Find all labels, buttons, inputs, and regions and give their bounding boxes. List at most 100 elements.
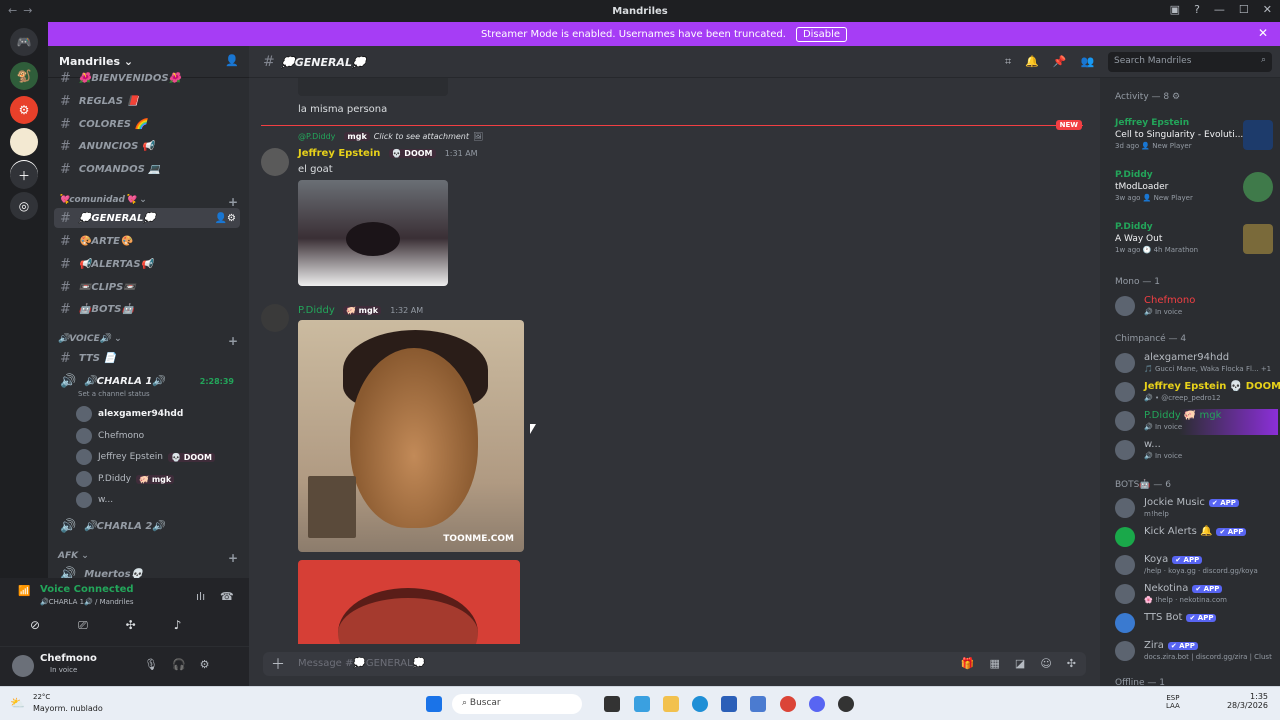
channel-settings-icon[interactable]: 👤⚙	[215, 213, 236, 224]
store-icon[interactable]	[721, 696, 737, 712]
voice-user[interactable]: Chefmono	[76, 428, 144, 444]
voice-channel-path[interactable]: 🔊CHARLA 1🔊 / Mandriles	[40, 598, 134, 606]
voice-user[interactable]: alexgamer94hdd	[76, 406, 183, 422]
minimize-button[interactable]: —	[1214, 3, 1225, 16]
clock[interactable]: 1:35 28/3/2026	[1212, 692, 1268, 710]
members-icon[interactable]: 👥	[1081, 55, 1095, 69]
activity-header[interactable]: Activity — 8 ⚙	[1115, 92, 1180, 102]
soundboard-icon[interactable]: ♪	[174, 618, 182, 633]
member-item[interactable]: P.Diddy 🐖 mgk 🔊 In voice	[1113, 409, 1278, 435]
sticker-icon[interactable]: ◪	[1015, 657, 1025, 670]
message-input[interactable]: Message #💭GENERAL💭	[298, 658, 425, 669]
avatar[interactable]	[261, 304, 289, 332]
voice-user[interactable]: P.Diddy 🐖 mgk	[76, 471, 175, 487]
image-attachment[interactable]: TOONME.COM	[298, 320, 524, 552]
message-composer[interactable]: ＋ Message #💭GENERAL💭 🎁 ▦ ◪ ☺ ✣	[263, 652, 1086, 676]
camera-off-icon[interactable]: ⊘	[30, 618, 40, 633]
add-channel-icon[interactable]: +	[228, 195, 238, 209]
voice-user[interactable]: w...	[76, 492, 113, 508]
close-window-button[interactable]: ✕	[1263, 3, 1272, 16]
voice-channel-charla-1[interactable]: 🔊 🔊CHARLA 1🔊 2:28:39	[54, 371, 240, 391]
channel-bienvenidos[interactable]: # 🌺BIENVENIDOS🌺	[54, 70, 240, 86]
app-icon[interactable]	[838, 696, 854, 712]
image-attachment[interactable]	[298, 560, 520, 644]
add-server-icon[interactable]: ＋	[10, 161, 38, 189]
gift-icon[interactable]: 🎁	[961, 657, 975, 670]
deafen-icon[interactable]: 🎧	[172, 658, 186, 671]
voice-channel-charla-2[interactable]: 🔊 🔊CHARLA 2🔊	[54, 516, 240, 536]
avatar[interactable]	[261, 148, 289, 176]
weather-icon[interactable]: ⛅	[10, 696, 25, 710]
member-item[interactable]: Nekotina ✔ APP 🌸 !help · nekotina.com	[1113, 582, 1278, 608]
language[interactable]: ESP LAA	[1166, 694, 1180, 710]
server-icon-mandriles[interactable]: 🐒	[10, 62, 38, 90]
help-icon[interactable]: ?	[1194, 3, 1200, 16]
member-item[interactable]: Koya ✔ APP/help · koya.gg · discord.gg/ko…	[1113, 553, 1278, 579]
inbox-icon[interactable]: ▣	[1170, 3, 1180, 16]
member-item[interactable]: TTS Bot ✔ APP	[1113, 611, 1278, 637]
bell-icon[interactable]: 🔔	[1025, 55, 1039, 69]
activity-card[interactable]: P.Diddy A Way Out 1w ago 🕐 4h Marathon	[1115, 222, 1275, 270]
channel-comandos[interactable]: # COMANDOS 💻	[54, 159, 240, 179]
disconnect-icon[interactable]: ☎	[220, 590, 234, 603]
channel-reglas[interactable]: # REGLAS 📕	[54, 91, 240, 111]
voice-user[interactable]: Jeffrey Epstein 💀 DOOM	[76, 449, 215, 465]
server-icon-cream[interactable]	[10, 128, 38, 156]
discord-taskbar-icon[interactable]	[809, 696, 825, 712]
screen-share-icon[interactable]: ⎚	[78, 618, 88, 633]
chrome-icon[interactable]	[780, 696, 796, 712]
discord-home-icon[interactable]: 🎮	[10, 28, 38, 56]
file-explorer-icon[interactable]	[663, 696, 679, 712]
start-icon[interactable]	[426, 696, 442, 712]
member-item[interactable]: Chefmono 🔊 In voice	[1113, 294, 1278, 320]
channel-bots[interactable]: # 🤖BOTS🤖	[54, 299, 240, 319]
member-item[interactable]: w... 🔊 In voice	[1113, 438, 1278, 464]
apps-icon[interactable]: ✣	[1067, 657, 1076, 670]
taskbar-search[interactable]: ⌕ Buscar	[452, 694, 582, 714]
channel-general[interactable]: # 💭GENERAL💭 👤⚙	[54, 208, 240, 228]
member-item[interactable]: Jockie Music ✔ APP m!help	[1113, 496, 1278, 522]
disable-streamer-button[interactable]: Disable	[795, 26, 848, 42]
noise-suppression-icon[interactable]: ılı	[196, 590, 205, 603]
app-icon[interactable]	[634, 696, 650, 712]
image-attachment[interactable]	[298, 180, 448, 286]
previous-image[interactable]	[298, 78, 448, 96]
channel-tts[interactable]: # TTS 📄	[54, 348, 240, 368]
invite-icon[interactable]: 👤	[225, 54, 239, 67]
task-view-icon[interactable]	[604, 696, 620, 712]
close-banner-icon[interactable]: ✕	[1258, 26, 1268, 40]
app-icon[interactable]	[750, 696, 766, 712]
discover-icon[interactable]: ◎	[10, 192, 38, 220]
member-item[interactable]: Kick Alerts 🔔 ✔ APP	[1113, 525, 1278, 551]
settings-icon[interactable]: ⚙	[200, 658, 210, 671]
reply-preview[interactable]: @P.Diddy mgk Click to see attachment 🖼	[298, 132, 483, 141]
category-afk[interactable]: AFK ⌄ +	[58, 551, 238, 565]
add-voice-channel-icon[interactable]: +	[228, 334, 238, 348]
member-item[interactable]: Jeffrey Epstein 💀 DOOM 🔊 • @creep_pedro12	[1113, 380, 1280, 406]
channel-arte[interactable]: # 🎨ARTE🎨	[54, 231, 240, 251]
category-comunidad[interactable]: 💘comunidad💘 ⌄ +	[58, 195, 238, 209]
server-icon-red[interactable]: ⚙	[10, 96, 38, 124]
channel-colores[interactable]: # COLORES 🌈	[54, 114, 240, 134]
threads-icon[interactable]: ⌗	[1005, 55, 1011, 69]
upload-plus-icon[interactable]: ＋	[271, 654, 285, 674]
mute-icon[interactable]: 🎙	[144, 658, 158, 671]
pin-icon[interactable]: 📌	[1053, 55, 1067, 69]
gif-icon[interactable]: ▦	[990, 657, 1000, 670]
maximize-button[interactable]: ☐	[1239, 3, 1249, 16]
member-item[interactable]: alexgamer94hdd 🎵 Gucci Mane, Waka Flocka …	[1113, 351, 1278, 377]
avatar[interactable]	[12, 655, 34, 677]
emoji-icon[interactable]: ☺	[1040, 657, 1051, 670]
activity-card[interactable]: P.Diddy tModLoader 3w ago 👤 New Player	[1115, 170, 1275, 218]
channel-clips[interactable]: # 📼CLIPS📼	[54, 277, 240, 297]
member-item[interactable]: Zira ✔ APP docs.zira.bot | discord.gg/zira…	[1113, 639, 1278, 665]
channel-status[interactable]: Set a channel status	[78, 390, 150, 398]
activities-icon[interactable]: ✣	[126, 618, 136, 633]
channel-alertas[interactable]: # 📢ALERTAS📢	[54, 254, 240, 274]
edge-icon[interactable]	[692, 696, 708, 712]
signal-icon[interactable]: 📶	[18, 586, 30, 597]
activity-card[interactable]: Jeffrey Epstein Cell to Singularity - Evo…	[1115, 118, 1275, 166]
channel-anuncios[interactable]: # ANUNCIOS 📢	[54, 136, 240, 156]
search-input[interactable]: Search Mandriles ⌕	[1108, 52, 1272, 72]
category-voice[interactable]: 🔊VOICE🔊 ⌄ +	[58, 334, 238, 348]
